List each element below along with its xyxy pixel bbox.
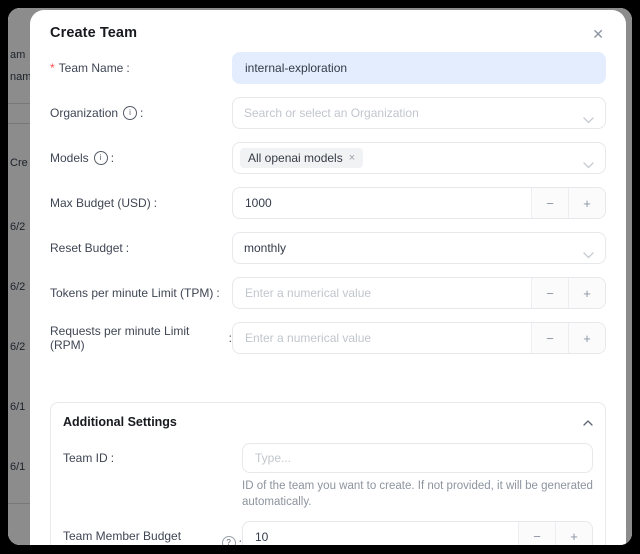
minus-button[interactable]: − (531, 323, 568, 353)
max-budget-input[interactable] (233, 188, 531, 218)
label-colon: : (111, 451, 114, 465)
label-text: Team ID (63, 451, 108, 465)
tag-remove-icon[interactable]: × (349, 153, 355, 164)
organization-placeholder: Search or select an Organization (244, 106, 419, 120)
field-row-models: Models i : All openai models × (50, 142, 606, 174)
plus-button[interactable]: + (568, 278, 605, 308)
plus-button[interactable]: + (555, 522, 592, 545)
field-row-team-name: * Team Name : (50, 52, 606, 84)
label-colon: : (126, 241, 129, 255)
tpm-number-input: − + (232, 277, 606, 309)
plus-button[interactable]: + (568, 323, 605, 353)
label-text: Max Budget (USD) (50, 196, 151, 210)
required-mark: * (50, 61, 55, 75)
minus-button[interactable]: − (531, 188, 568, 218)
chevron-down-icon (583, 111, 594, 129)
label-colon: : (154, 196, 157, 210)
field-row-organization: Organization i : Search or select an Org… (50, 97, 606, 129)
reset-budget-value: monthly (244, 241, 286, 255)
info-icon[interactable]: i (94, 151, 108, 165)
team-member-budget-input[interactable] (243, 522, 518, 545)
label-colon: : (126, 61, 129, 75)
additional-settings-title: Additional Settings (63, 415, 177, 429)
help-icon[interactable]: ? (222, 536, 236, 545)
create-team-modal: Create Team ✕ * Team Name : Organization… (30, 10, 626, 545)
label-text: Requests per minute Limit (RPM) (50, 324, 226, 352)
rpm-input[interactable] (233, 323, 531, 353)
field-row-team-member-budget: Team Member Budget (USD) ? : − + (63, 521, 593, 545)
max-budget-label: Max Budget (USD) : (50, 196, 232, 210)
label-colon: : (111, 151, 114, 165)
chevron-down-icon (583, 246, 594, 264)
minus-button[interactable]: − (518, 522, 555, 545)
organization-label: Organization i : (50, 106, 232, 120)
team-id-input[interactable] (242, 443, 593, 473)
label-text: Team Member Budget (USD) (63, 529, 217, 545)
label-text: Reset Budget (50, 241, 123, 255)
models-label: Models i : (50, 151, 232, 165)
field-row-rpm: Requests per minute Limit (RPM) : − + (50, 322, 606, 354)
minus-button[interactable]: − (531, 278, 568, 308)
rpm-number-input: − + (232, 322, 606, 354)
max-budget-number-input: − + (232, 187, 606, 219)
chevron-up-icon (583, 413, 593, 431)
additional-settings-section: Additional Settings Team ID : ID of the … (50, 402, 606, 545)
rpm-label: Requests per minute Limit (RPM) : (50, 324, 232, 352)
tag-label: All openai models (248, 151, 343, 165)
tpm-input[interactable] (233, 278, 531, 308)
info-icon[interactable]: i (123, 106, 137, 120)
field-row-tpm: Tokens per minute Limit (TPM) : − + (50, 277, 606, 309)
team-id-helper-text: ID of the team you want to create. If no… (242, 479, 593, 511)
label-text: Tokens per minute Limit (TPM) (50, 286, 213, 300)
models-multiselect[interactable]: All openai models × (232, 142, 606, 174)
modal-header: Create Team ✕ (50, 24, 606, 42)
modal-title: Create Team (50, 24, 137, 42)
field-row-reset-budget: Reset Budget : monthly (50, 232, 606, 264)
app-window: am nam Cre 6/2 6/2 6/2 6/1 6/1 Create Te… (8, 8, 632, 545)
tpm-label: Tokens per minute Limit (TPM) : (50, 286, 232, 300)
label-text: Organization (50, 106, 118, 120)
team-name-input[interactable] (232, 52, 606, 84)
label-text: Models (50, 151, 89, 165)
reset-budget-label: Reset Budget : (50, 241, 232, 255)
close-icon[interactable]: ✕ (592, 27, 604, 41)
chevron-down-icon (583, 156, 594, 174)
team-member-budget-number-input: − + (242, 521, 593, 545)
plus-button[interactable]: + (568, 188, 605, 218)
label-colon: : (216, 286, 219, 300)
additional-settings-header[interactable]: Additional Settings (63, 413, 593, 431)
organization-select[interactable]: Search or select an Organization (232, 97, 606, 129)
team-name-label: * Team Name : (50, 61, 232, 75)
label-colon: : (140, 106, 143, 120)
team-id-label: Team ID : (63, 443, 242, 465)
field-row-team-id: Team ID : ID of the team you want to cre… (63, 443, 593, 511)
reset-budget-select[interactable]: monthly (232, 232, 606, 264)
label-text: Team Name (59, 61, 124, 75)
selected-model-tag: All openai models × (240, 148, 363, 168)
field-row-max-budget: Max Budget (USD) : − + (50, 187, 606, 219)
team-member-budget-label: Team Member Budget (USD) ? : (63, 521, 242, 545)
